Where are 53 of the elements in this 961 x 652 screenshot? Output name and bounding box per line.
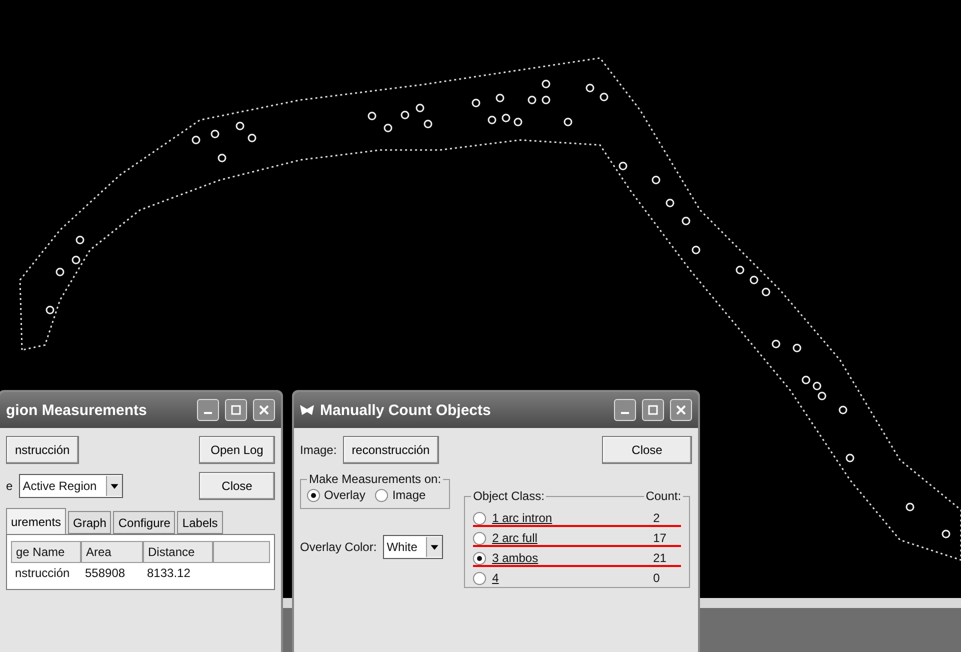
image-button[interactable]: reconstrucción xyxy=(342,436,439,464)
close-button[interactable] xyxy=(253,399,275,421)
open-log-button[interactable]: Open Log xyxy=(199,436,275,464)
tab[interactable]: Labels xyxy=(177,511,223,534)
tab[interactable]: Graph xyxy=(68,511,112,534)
class-row[interactable]: 2 arc full 17 xyxy=(473,531,682,547)
dropdown-caret-icon[interactable] xyxy=(106,476,122,496)
image-button[interactable]: nstrucción xyxy=(6,436,79,464)
minimize-icon xyxy=(204,412,212,414)
close-button[interactable]: Close xyxy=(199,472,275,500)
tab[interactable]: urements xyxy=(6,508,66,534)
column-header: Distance xyxy=(143,541,213,563)
maximize-icon xyxy=(231,405,241,415)
column-header xyxy=(213,541,270,563)
radio-option[interactable]: Image xyxy=(375,488,426,502)
class-row[interactable]: 4 0 xyxy=(473,571,682,587)
radio-option[interactable]: Overlay xyxy=(307,488,366,502)
minimize-icon xyxy=(621,412,629,414)
source-label: e xyxy=(6,479,13,493)
radio-icon[interactable] xyxy=(375,488,388,502)
close-icon xyxy=(676,405,686,415)
color-label: Overlay Color: xyxy=(300,540,377,554)
group-label: Make Measurements on: xyxy=(308,472,442,486)
column-header: ge Name xyxy=(11,541,81,563)
radio-icon[interactable] xyxy=(307,488,320,502)
maximize-button[interactable] xyxy=(225,399,247,421)
maximize-button[interactable] xyxy=(642,399,664,421)
radio-icon[interactable] xyxy=(473,572,486,584)
color-dropdown[interactable]: White xyxy=(382,535,443,559)
dropdown-caret-icon[interactable] xyxy=(426,537,442,557)
app-logo-icon xyxy=(300,404,314,416)
table-cell-text: 558908 xyxy=(84,565,126,582)
count-heading: Count: xyxy=(644,489,684,503)
class-row[interactable]: 1 arc intron 2 xyxy=(473,511,682,527)
image-label: Image: xyxy=(300,443,337,457)
close-button[interactable]: Close xyxy=(602,436,692,464)
close-icon xyxy=(259,405,269,415)
column-header: Area xyxy=(81,541,143,563)
minimize-button[interactable] xyxy=(614,399,636,421)
close-button[interactable] xyxy=(670,399,692,421)
source-dropdown[interactable]: Active Region xyxy=(18,474,123,498)
maximize-icon xyxy=(648,405,658,415)
table-cell-text: nstrucción xyxy=(14,565,71,582)
class-heading: Object Class: xyxy=(471,489,546,503)
table-cell-text: 8133.12 xyxy=(146,565,192,582)
tab[interactable]: Configure xyxy=(113,511,176,534)
radio-icon[interactable] xyxy=(473,552,486,564)
minimize-button[interactable] xyxy=(197,399,219,421)
class-row[interactable]: 3 ambos 21 xyxy=(473,551,682,567)
window-title: gion Measurements xyxy=(6,402,148,418)
radio-icon[interactable] xyxy=(473,512,486,524)
radio-icon[interactable] xyxy=(473,532,486,544)
window-title: Manually Count Objects xyxy=(320,402,492,418)
